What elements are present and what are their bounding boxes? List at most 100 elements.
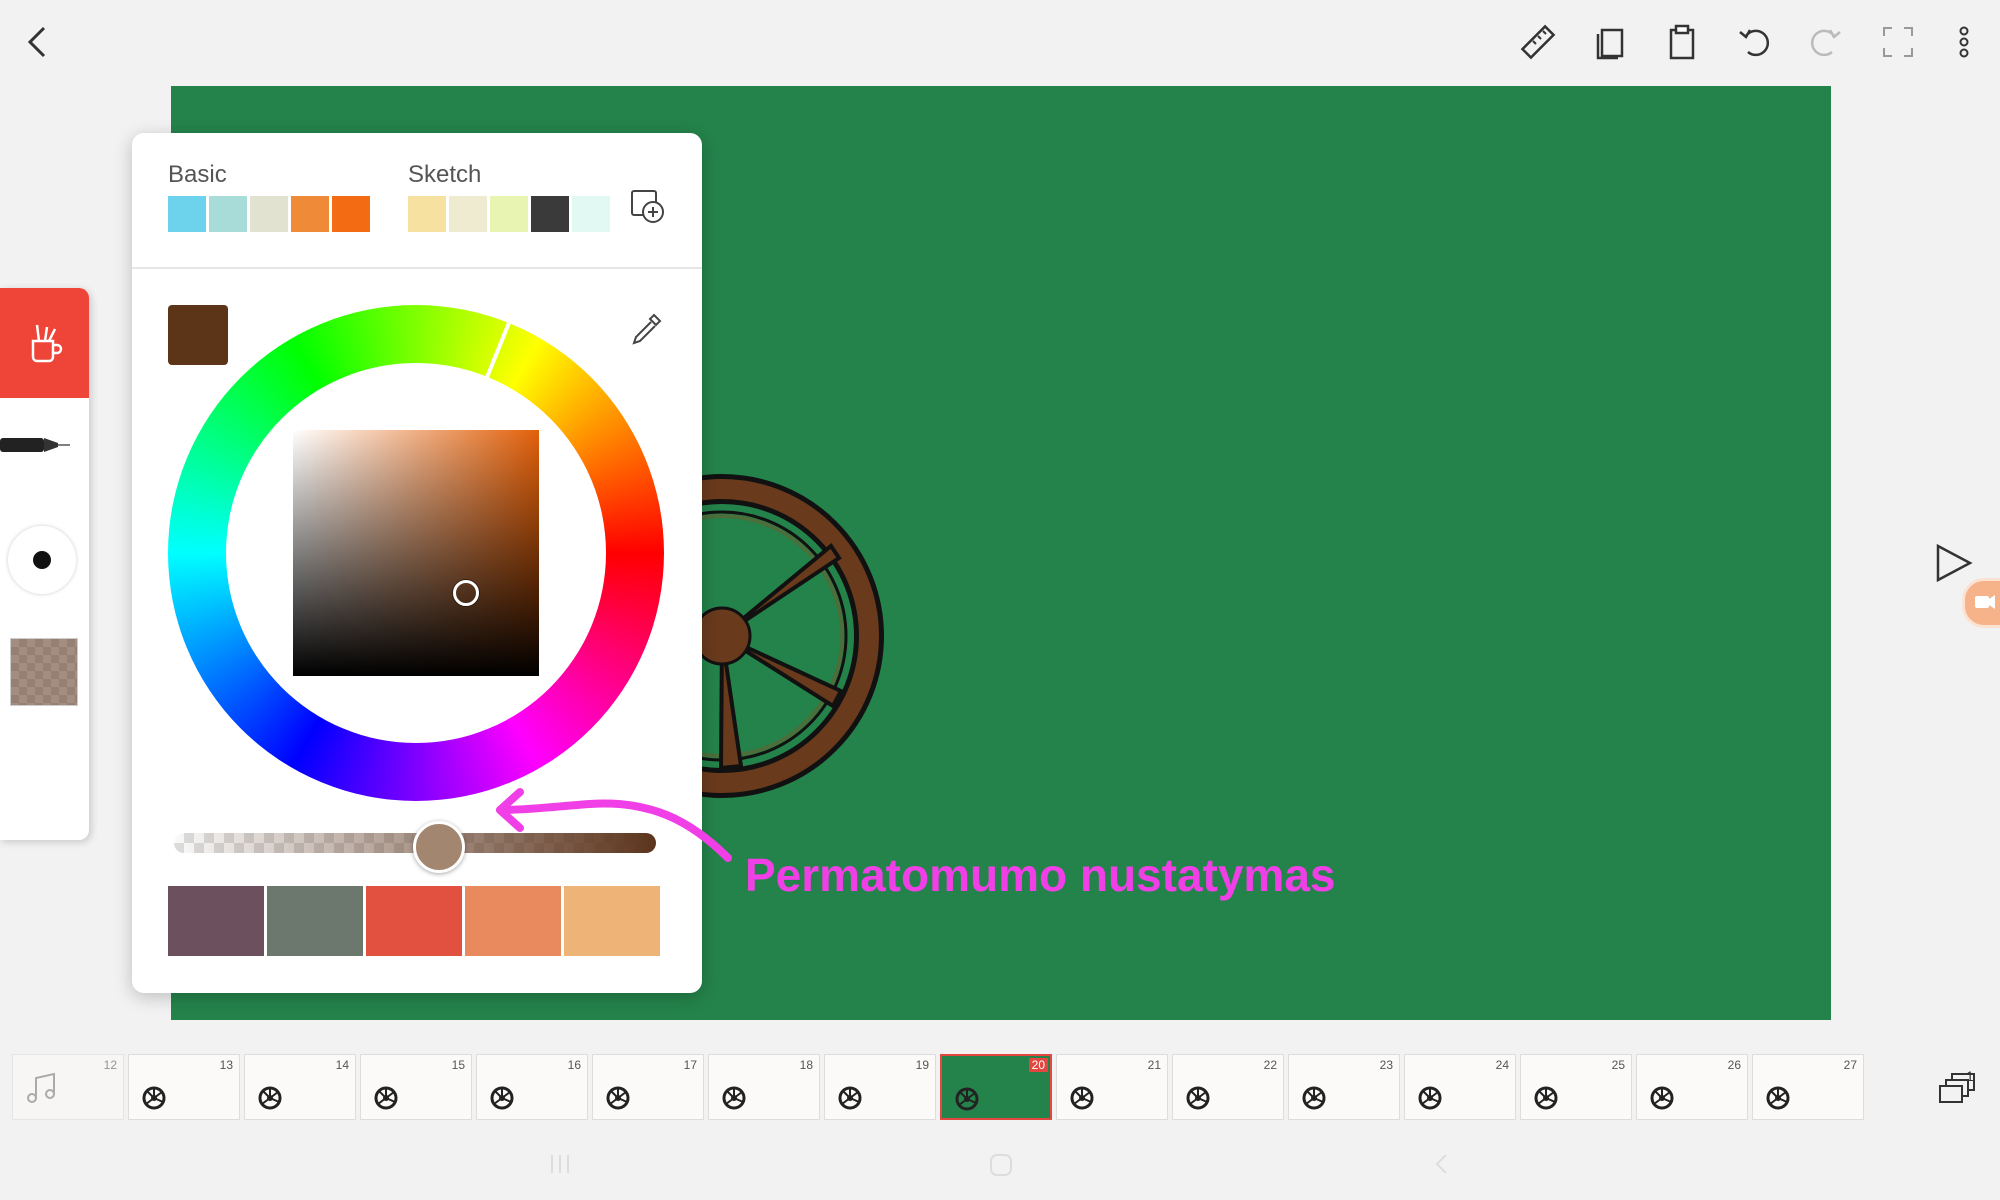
palette-sketch: [408, 196, 610, 232]
system-nav-bar: [0, 1130, 2000, 1200]
frame-thumbnail[interactable]: 18: [708, 1054, 820, 1120]
frame-number: 22: [1263, 1058, 1277, 1072]
hue-marker[interactable]: [483, 322, 511, 382]
frame-number: 13: [219, 1058, 233, 1072]
frame-number: 23: [1379, 1058, 1393, 1072]
frame-number: 25: [1611, 1058, 1625, 1072]
recent-color-swatch[interactable]: [366, 886, 462, 956]
copy-frame-icon[interactable]: [1588, 20, 1632, 64]
palette-title-basic: Basic: [168, 161, 227, 188]
wheel-thumbnail-icon: [1766, 1086, 1790, 1110]
wheel-thumbnail-icon: [490, 1086, 514, 1110]
wheel-thumbnail-icon: [1186, 1086, 1210, 1110]
frame-thumbnail[interactable]: 26: [1636, 1054, 1748, 1120]
frame-thumbnail[interactable]: 14: [244, 1054, 356, 1120]
palette-swatch[interactable]: [449, 196, 487, 232]
undo-icon[interactable]: [1732, 20, 1776, 64]
frame-thumbnail[interactable]: 22: [1172, 1054, 1284, 1120]
brush-size-dot: [33, 551, 51, 569]
palette-swatch[interactable]: [168, 196, 206, 232]
palette-swatch[interactable]: [572, 196, 610, 232]
frame-thumbnail[interactable]: 20: [940, 1054, 1052, 1120]
frame-thumbnail[interactable]: 16: [476, 1054, 588, 1120]
frame-thumbnail[interactable]: 15: [360, 1054, 472, 1120]
frame-number: 24: [1495, 1058, 1509, 1072]
frame-number: 27: [1843, 1058, 1857, 1072]
frame-number: 12: [103, 1058, 117, 1072]
brush-cup-tool[interactable]: [0, 288, 89, 398]
camera-icon[interactable]: [1962, 578, 2000, 628]
wheel-thumbnail-icon: [1534, 1086, 1558, 1110]
nav-back-icon[interactable]: [1430, 1152, 1454, 1176]
frame-number: 14: [335, 1058, 349, 1072]
more-vert-icon[interactable]: [1942, 20, 1986, 64]
frame-number: 15: [451, 1058, 465, 1072]
pen-icon: [0, 438, 70, 452]
frame-thumbnail[interactable]: 19: [824, 1054, 936, 1120]
wheel-thumbnail-icon: [1418, 1086, 1442, 1110]
wheel-thumbnail-icon: [258, 1086, 282, 1110]
layers-count: 1: [1966, 1068, 1974, 1084]
opacity-slider-thumb[interactable]: [413, 821, 466, 873]
eyedropper-icon[interactable]: [626, 309, 666, 349]
frame-thumbnail[interactable]: 17: [592, 1054, 704, 1120]
frame-number: 19: [915, 1058, 929, 1072]
annotation-label: Permatomumo nustatymas: [745, 849, 1336, 901]
wheel-thumbnail-icon: [1070, 1086, 1094, 1110]
frame-number: 26: [1727, 1058, 1741, 1072]
recent-color-swatch[interactable]: [564, 886, 660, 956]
recent-apps-icon[interactable]: [548, 1152, 572, 1176]
back-arrow-icon[interactable]: [16, 20, 60, 64]
palette-swatch[interactable]: [291, 196, 329, 232]
palette-title-sketch: Sketch: [408, 161, 482, 188]
frame-number: 16: [567, 1058, 581, 1072]
selected-color-preview: [168, 305, 228, 365]
wheel-thumbnail-icon: [838, 1086, 862, 1110]
saturation-value-box[interactable]: [293, 430, 539, 676]
palette-basic: [168, 196, 370, 232]
ruler-icon[interactable]: [1516, 20, 1560, 64]
recent-colors: [168, 886, 660, 956]
current-color-button[interactable]: [10, 638, 78, 706]
frame-thumbnail[interactable]: 24: [1404, 1054, 1516, 1120]
wheel-thumbnail-icon: [374, 1086, 398, 1110]
frame-number: 18: [799, 1058, 813, 1072]
wheel-thumbnail-icon: [606, 1086, 630, 1110]
frame-thumbnail[interactable]: 21: [1056, 1054, 1168, 1120]
palette-swatch[interactable]: [490, 196, 528, 232]
paste-icon[interactable]: [1660, 20, 1704, 64]
sv-cursor[interactable]: [453, 580, 479, 606]
frame-thumbnail[interactable]: 12: [12, 1054, 124, 1120]
add-palette-icon[interactable]: [628, 187, 668, 227]
wheel-thumbnail-icon: [955, 1087, 979, 1111]
frame-thumbnail[interactable]: 27: [1752, 1054, 1864, 1120]
frame-number: 21: [1147, 1058, 1161, 1072]
palette-swatch[interactable]: [209, 196, 247, 232]
palette-swatch[interactable]: [250, 196, 288, 232]
frame-thumbnail[interactable]: 13: [128, 1054, 240, 1120]
divider: [132, 267, 702, 269]
brush-size-button[interactable]: [8, 526, 76, 594]
recent-color-swatch[interactable]: [267, 886, 363, 956]
pen-tool[interactable]: [0, 430, 80, 460]
play-icon[interactable]: [1930, 540, 1976, 586]
tool-panel: [0, 288, 89, 840]
wheel-thumbnail-icon: [722, 1086, 746, 1110]
top-toolbar: [0, 0, 2000, 84]
wheel-thumbnail-icon: [142, 1086, 166, 1110]
redo-icon[interactable]: [1804, 20, 1848, 64]
fullscreen-icon[interactable]: [1876, 20, 1920, 64]
frame-number: 17: [683, 1058, 697, 1072]
frame-thumbnail[interactable]: 25: [1520, 1054, 1632, 1120]
wheel-thumbnail-icon: [1302, 1086, 1326, 1110]
home-icon[interactable]: [988, 1152, 1014, 1178]
palette-swatch[interactable]: [531, 196, 569, 232]
frame-thumbnail[interactable]: 23: [1288, 1054, 1400, 1120]
frame-timeline: 12 13 14 15 16 17 18 19 20 21 22 23 24 25 26 27 1: [0, 1040, 2000, 1126]
wheel-thumbnail-icon: [1650, 1086, 1674, 1110]
palette-swatch[interactable]: [332, 196, 370, 232]
recent-color-swatch[interactable]: [168, 886, 264, 956]
frame-number: 20: [1028, 1058, 1048, 1072]
recent-color-swatch[interactable]: [465, 886, 561, 956]
palette-swatch[interactable]: [408, 196, 446, 232]
